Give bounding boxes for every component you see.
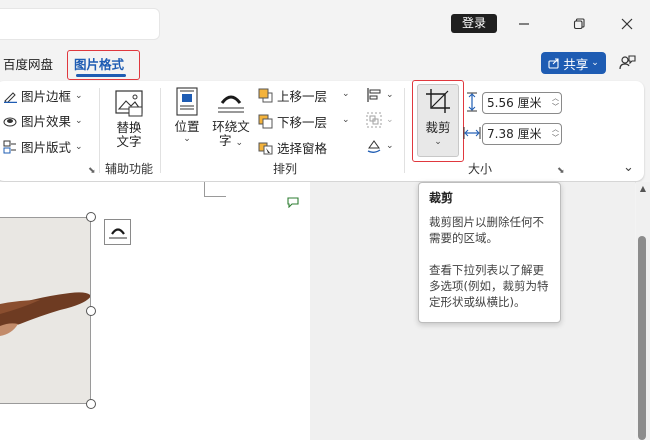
bring-forward-button[interactable]: 上移一层 xyxy=(258,86,327,105)
layout-options-icon xyxy=(108,228,127,239)
ribbon-divider xyxy=(160,88,161,173)
align-left-icon xyxy=(367,88,381,102)
selected-picture[interactable] xyxy=(0,217,91,404)
chevron-down-icon: ⌄ xyxy=(386,115,394,125)
crop-icon xyxy=(426,89,450,113)
selection-pane-button[interactable]: 选择窗格 xyxy=(258,138,327,157)
minimize-button[interactable] xyxy=(510,12,538,36)
bring-forward-icon xyxy=(258,88,273,103)
position-label: 位置 xyxy=(174,119,200,134)
chevron-down-icon: ⌄ xyxy=(75,90,83,101)
picture-border-label: 图片边框 xyxy=(21,89,72,104)
send-backward-label: 下移一层 xyxy=(277,115,328,130)
height-value: 5.56 厘米 xyxy=(487,96,542,110)
layout-icon xyxy=(3,140,16,153)
picture-layout-label: 图片版式 xyxy=(21,140,72,155)
rotate-button[interactable]: ⌄ xyxy=(366,138,394,154)
alt-text-button[interactable]: 替换 文字 xyxy=(113,88,145,149)
wrap-text-icon xyxy=(218,95,244,113)
restore-icon xyxy=(573,18,585,30)
ribbon-divider xyxy=(99,88,100,173)
wrap-text-label-1: 环绕文 xyxy=(212,119,250,134)
group-objects-button[interactable]: ⌄ xyxy=(366,112,394,128)
comment-anchor-icon[interactable] xyxy=(286,196,300,211)
selection-pane-icon xyxy=(258,142,273,155)
chevron-down-icon: ⌄ xyxy=(434,137,442,147)
tooltip-title: 裁剪 xyxy=(429,191,454,205)
width-icon xyxy=(463,124,481,145)
share-icon xyxy=(548,58,559,69)
comments-button[interactable] xyxy=(618,54,636,75)
position-button[interactable]: 位置 ⌄ xyxy=(172,87,202,144)
close-button[interactable] xyxy=(613,12,641,36)
alt-text-icon xyxy=(115,90,143,117)
border-icon xyxy=(4,91,17,103)
group-label-accessibility: 辅助功能 xyxy=(105,162,154,176)
layout-options-button[interactable] xyxy=(104,219,131,245)
page-margin-mark xyxy=(204,182,226,197)
ribbon-divider xyxy=(404,88,405,173)
restore-button[interactable] xyxy=(565,12,593,36)
send-backward-icon xyxy=(258,114,273,129)
chevron-down-icon: ⌄ xyxy=(386,90,394,100)
alt-text-label-2: 文字 xyxy=(116,134,142,149)
search-box[interactable] xyxy=(0,8,160,40)
width-spinner[interactable]: ︿ ﹀ xyxy=(552,125,559,143)
resize-handle[interactable] xyxy=(86,399,96,409)
chevron-down-icon: ⌄ xyxy=(183,134,191,144)
minimize-icon xyxy=(519,23,529,25)
share-label: 共享 xyxy=(563,56,589,72)
person-feedback-icon xyxy=(619,55,636,70)
group-label-arrange: 排列 xyxy=(272,162,297,176)
active-tab-indicator xyxy=(76,74,126,77)
tooltip-description: 裁剪图片以删除任何不需要的区域。 xyxy=(429,215,544,245)
hands-photo xyxy=(0,218,90,403)
group-objects-icon xyxy=(366,112,382,128)
chevron-down-icon: ⌄ xyxy=(75,141,83,152)
group-label-size: 大小 xyxy=(467,162,492,176)
bring-forward-label: 上移一层 xyxy=(277,89,328,104)
height-spinner[interactable]: ︿ ﹀ xyxy=(552,94,559,112)
chevron-down-icon: ⌄ xyxy=(75,115,83,126)
picture-layout-button[interactable]: 图片版式 ⌄ xyxy=(3,137,83,156)
selection-pane-label: 选择窗格 xyxy=(277,141,328,156)
chevron-down-icon[interactable]: ⌄ xyxy=(342,89,350,99)
tab-baidu-netdisk[interactable]: 百度网盘 xyxy=(3,52,53,78)
tooltip-more-info: 查看下拉列表以了解更多选项(例如，裁剪为特定形状或纵横比)。 xyxy=(429,263,549,309)
scrollbar-thumb[interactable] xyxy=(638,236,646,440)
wrap-text-label-2: 字 ⌄ xyxy=(218,133,244,149)
crop-tooltip: 裁剪 裁剪图片以删除任何不需要的区域。 查看下拉列表以了解更多选项(例如，裁剪为… xyxy=(418,182,561,323)
width-value: 7.38 厘米 xyxy=(487,127,542,141)
height-icon xyxy=(464,92,480,115)
share-button[interactable]: 共享 ⌄ xyxy=(541,52,606,74)
send-backward-button[interactable]: 下移一层 xyxy=(258,112,327,131)
effects-icon xyxy=(3,117,17,126)
align-button[interactable]: ⌄ xyxy=(366,87,394,103)
resize-handle[interactable] xyxy=(86,306,96,316)
picture-effects-label: 图片效果 xyxy=(21,114,72,129)
width-input[interactable]: 7.38 厘米 ︿ ﹀ xyxy=(482,123,562,145)
rotate-icon xyxy=(367,140,381,153)
resize-handle[interactable] xyxy=(86,212,96,222)
collapse-ribbon-icon[interactable]: ⌄ xyxy=(623,160,634,175)
chevron-down-icon[interactable]: ⌄ xyxy=(342,115,350,125)
chevron-down-icon: ⌄ xyxy=(591,58,599,68)
size-launcher-icon[interactable]: ⬊ xyxy=(557,166,565,176)
alt-text-label-1: 替换 xyxy=(116,120,142,135)
picture-effects-button[interactable]: 图片效果 ⌄ xyxy=(3,111,83,130)
picture-styles-launcher-icon[interactable]: ⬊ xyxy=(88,166,96,176)
scroll-up-icon[interactable]: ▲ xyxy=(638,184,648,194)
chevron-down-icon: ⌄ xyxy=(386,141,394,151)
crop-label: 裁剪 xyxy=(425,120,451,135)
close-icon xyxy=(621,18,633,30)
picture-border-button[interactable]: 图片边框 ⌄ xyxy=(3,86,83,105)
login-button[interactable]: 登录 xyxy=(451,14,497,33)
wrap-text-button[interactable]: 环绕文 字 ⌄ xyxy=(210,87,252,150)
crop-button-content[interactable]: 裁剪 ⌄ xyxy=(421,87,455,147)
position-icon xyxy=(176,87,198,116)
height-input[interactable]: 5.56 厘米 ︿ ﹀ xyxy=(482,92,562,114)
